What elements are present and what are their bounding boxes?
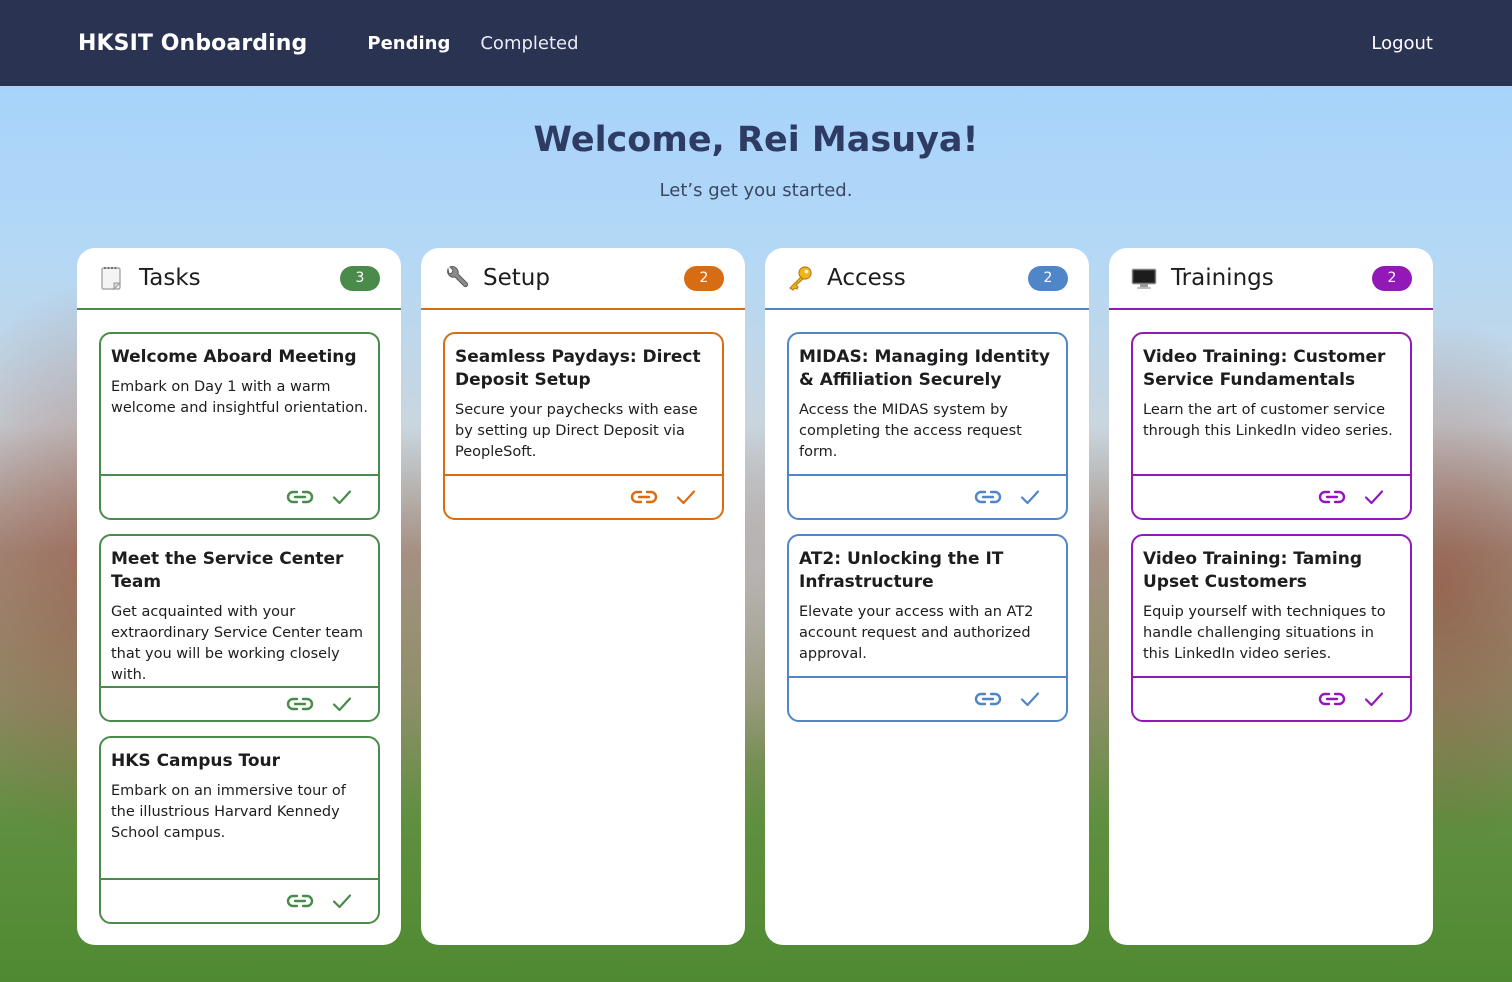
card-description: Learn the art of customer service throug… xyxy=(1143,402,1393,439)
card-description: Get acquainted with your extraordinary S… xyxy=(111,604,364,683)
top-navbar: HKSIT Onboarding Pending Completed Logou… xyxy=(0,0,1512,86)
link-icon[interactable] xyxy=(1318,486,1346,508)
task-card[interactable]: Seamless Paydays: Direct Deposit Setup S… xyxy=(443,332,724,520)
card-actions xyxy=(445,474,722,518)
column-title: Trainings xyxy=(1171,265,1274,291)
column-setup: Setup 2 Seamless Paydays: Direct Deposit… xyxy=(421,248,745,945)
column-access: Access 2 MIDAS: Managing Identity & Affi… xyxy=(765,248,1089,945)
task-card[interactable]: MIDAS: Managing Identity & Affiliation S… xyxy=(787,332,1068,520)
link-icon[interactable] xyxy=(1318,688,1346,710)
card-description: Elevate your access with an AT2 account … xyxy=(799,604,1034,662)
card-description: Equip yourself with techniques to handle… xyxy=(1143,604,1386,662)
nav-completed[interactable]: Completed xyxy=(480,33,578,54)
task-card[interactable]: AT2: Unlocking the IT Infrastructure Ele… xyxy=(787,534,1068,722)
task-card[interactable]: HKS Campus Tour Embark on an immersive t… xyxy=(99,736,380,924)
computer-icon xyxy=(1131,265,1157,291)
count-badge: 2 xyxy=(684,265,724,291)
column-header: Access 2 xyxy=(765,248,1089,310)
link-icon[interactable] xyxy=(286,693,314,715)
check-icon[interactable] xyxy=(1016,486,1044,508)
column-title: Access xyxy=(827,265,906,291)
task-card[interactable]: Welcome Aboard Meeting Embark on Day 1 w… xyxy=(99,332,380,520)
card-title: Welcome Aboard Meeting xyxy=(111,347,357,367)
check-icon[interactable] xyxy=(1360,486,1388,508)
card-description: Embark on an immersive tour of the illus… xyxy=(111,783,346,841)
card-actions xyxy=(101,474,378,518)
wrench-icon xyxy=(443,265,469,291)
count-badge: 3 xyxy=(340,265,380,291)
column-trainings: Trainings 2 Video Training: Customer Ser… xyxy=(1109,248,1433,945)
card-actions xyxy=(101,878,378,922)
task-card[interactable]: Video Training: Customer Service Fundame… xyxy=(1131,332,1412,520)
column-header: Tasks 3 xyxy=(77,248,401,310)
card-title: Video Training: Taming Upset Customers xyxy=(1143,549,1362,592)
check-icon[interactable] xyxy=(328,890,356,912)
nav-pending[interactable]: Pending xyxy=(367,33,450,54)
check-icon[interactable] xyxy=(672,486,700,508)
column-title: Tasks xyxy=(139,265,201,291)
card-title: Meet the Service Center Team xyxy=(111,549,344,592)
card-description: Embark on Day 1 with a warm welcome and … xyxy=(111,379,368,416)
card-title: HKS Campus Tour xyxy=(111,751,281,771)
column-tasks: Tasks 3 Welcome Aboard Meeting Embark on… xyxy=(77,248,401,945)
card-title: MIDAS: Managing Identity & Affiliation S… xyxy=(799,347,1050,390)
card-actions xyxy=(789,676,1066,720)
card-actions xyxy=(1133,474,1410,518)
card-title: Seamless Paydays: Direct Deposit Setup xyxy=(455,347,701,390)
welcome-subtitle: Let’s get you started. xyxy=(659,180,853,201)
brand-title[interactable]: HKSIT Onboarding xyxy=(78,31,307,56)
main-nav: Pending Completed xyxy=(367,33,578,54)
column-header: Setup 2 xyxy=(421,248,745,310)
card-description: Secure your paychecks with ease by setti… xyxy=(455,402,698,460)
card-title: Video Training: Customer Service Fundame… xyxy=(1143,347,1386,390)
card-title: AT2: Unlocking the IT Infrastructure xyxy=(799,549,1004,592)
link-icon[interactable] xyxy=(974,688,1002,710)
check-icon[interactable] xyxy=(328,693,356,715)
link-icon[interactable] xyxy=(286,486,314,508)
count-badge: 2 xyxy=(1372,265,1412,291)
task-card[interactable]: Meet the Service Center Team Get acquain… xyxy=(99,534,380,722)
column-title: Setup xyxy=(483,265,550,291)
link-icon[interactable] xyxy=(286,890,314,912)
notepad-icon xyxy=(99,265,125,291)
board-columns: Tasks 3 Welcome Aboard Meeting Embark on… xyxy=(77,248,1433,945)
logout-link[interactable]: Logout xyxy=(1371,33,1433,54)
link-icon[interactable] xyxy=(630,486,658,508)
card-description: Access the MIDAS system by completing th… xyxy=(799,402,1022,460)
column-header: Trainings 2 xyxy=(1109,248,1433,310)
key-icon xyxy=(787,265,813,291)
welcome-hero: Welcome, Rei Masuya! Let’s get you start… xyxy=(0,120,1512,201)
card-actions xyxy=(789,474,1066,518)
check-icon[interactable] xyxy=(328,486,356,508)
task-card[interactable]: Video Training: Taming Upset Customers E… xyxy=(1131,534,1412,722)
link-icon[interactable] xyxy=(974,486,1002,508)
check-icon[interactable] xyxy=(1360,688,1388,710)
card-actions xyxy=(101,686,378,720)
count-badge: 2 xyxy=(1028,265,1068,291)
welcome-title: Welcome, Rei Masuya! xyxy=(533,120,979,160)
check-icon[interactable] xyxy=(1016,688,1044,710)
card-actions xyxy=(1133,676,1410,720)
